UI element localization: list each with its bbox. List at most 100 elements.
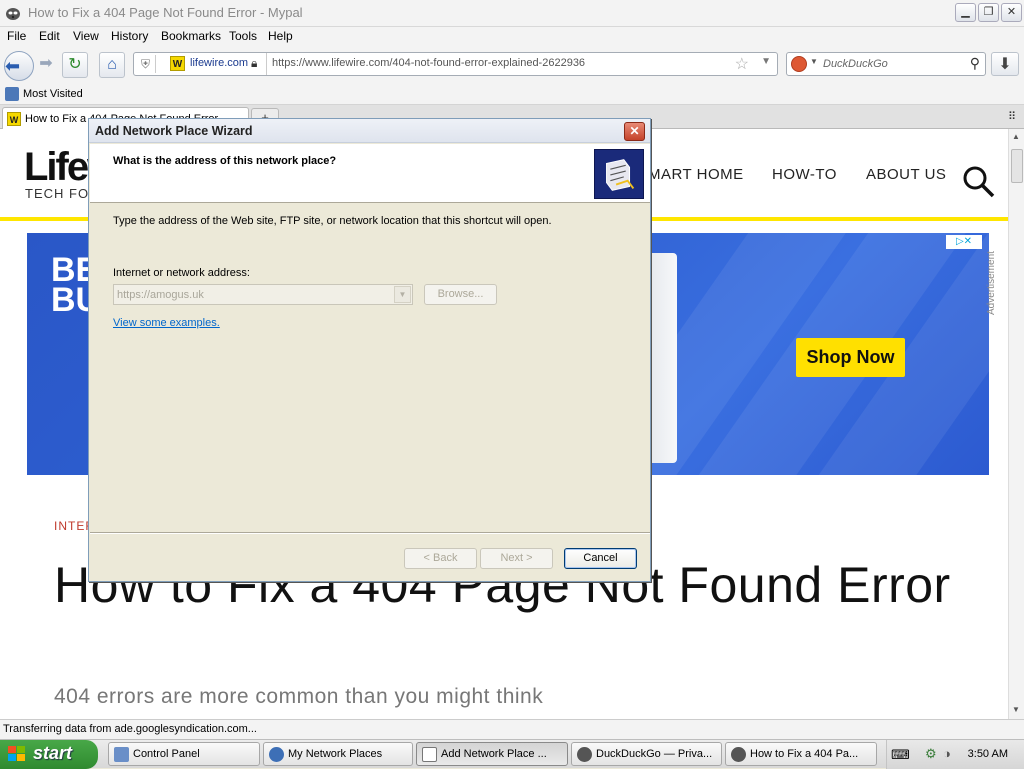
- task-label: Add Network Place ...: [441, 748, 547, 760]
- window-title: How to Fix a 404 Page Not Found Error - …: [28, 5, 303, 20]
- search-box[interactable]: ▼ DuckDuckGo ⚲: [786, 52, 986, 76]
- site-search-icon[interactable]: [962, 165, 996, 199]
- wizard-title: Add Network Place Wizard: [95, 124, 253, 138]
- menu-file[interactable]: File: [7, 29, 26, 43]
- back-arrow-icon: ⬅: [5, 56, 21, 76]
- forward-button[interactable]: ➡: [34, 52, 58, 78]
- status-text: Transferring data from ade.googlesyndica…: [3, 723, 257, 735]
- search-engine-dropdown-icon[interactable]: ▼: [810, 57, 818, 66]
- next-wizard-button[interactable]: Next >: [480, 548, 553, 569]
- scroll-down-icon[interactable]: ▼: [1012, 705, 1020, 714]
- forward-arrow-icon: ➡: [39, 55, 53, 72]
- lifewire-favicon: W: [170, 56, 185, 71]
- wizard-header: What is the address of this network plac…: [90, 144, 650, 203]
- nav-about-us[interactable]: ABOUT US: [866, 166, 946, 183]
- most-visited-icon: [5, 87, 19, 101]
- wizard-separator: [90, 532, 650, 534]
- shield-icon[interactable]: ⛨: [136, 55, 156, 73]
- taskbar: start Control Panel My Network Places Ad…: [0, 739, 1024, 769]
- lifewire-tab-favicon: W: [7, 112, 21, 126]
- nav-smart-home[interactable]: MART HOME: [648, 166, 744, 183]
- clock[interactable]: 3:50 AM: [968, 748, 1008, 760]
- back-wizard-button[interactable]: < Back: [404, 548, 477, 569]
- task-label: DuckDuckGo — Priva...: [596, 748, 713, 760]
- minimize-button[interactable]: ▁: [955, 3, 976, 22]
- task-duckduckgo[interactable]: DuckDuckGo — Priva...: [571, 742, 722, 766]
- reload-button[interactable]: ↻: [62, 52, 88, 78]
- article-subheadline: 404 errors are more common than you migh…: [54, 685, 544, 708]
- wizard-description: Type the address of the Web site, FTP si…: [113, 215, 552, 227]
- task-label: Control Panel: [133, 748, 200, 760]
- start-label: start: [33, 743, 73, 763]
- close-window-button[interactable]: ✕: [1001, 3, 1022, 22]
- view-examples-link[interactable]: View some examples.: [113, 317, 220, 329]
- keyboard-icon[interactable]: ⌨: [891, 747, 910, 763]
- browse-button[interactable]: Browse...: [424, 284, 497, 305]
- control-panel-icon: [114, 747, 129, 762]
- restore-button[interactable]: ❐: [978, 3, 999, 22]
- network-folder-icon: [594, 149, 644, 199]
- security-tray-icon[interactable]: ◑: [943, 746, 951, 761]
- bookmarks-toolbar: Most Visited: [0, 83, 1024, 105]
- nav-how-to[interactable]: HOW-TO: [772, 166, 837, 183]
- status-bar: Transferring data from ade.googlesyndica…: [0, 719, 1024, 739]
- navigation-toolbar: ⬅ ➡ ↻ ⌂ ⛨ W lifewire.com 🔒︎ https://www.…: [0, 47, 1024, 83]
- menu-tools[interactable]: Tools: [229, 29, 257, 43]
- downloads-button[interactable]: ⬇: [991, 52, 1019, 76]
- advertisement-label: Advertisement: [986, 251, 997, 315]
- back-button[interactable]: ⬅: [4, 51, 34, 81]
- network-tray-icon[interactable]: ⚙: [925, 746, 937, 762]
- task-label: How to Fix a 404 Pa...: [750, 748, 859, 760]
- cancel-button[interactable]: Cancel: [564, 548, 637, 569]
- download-arrow-icon: ⬇: [998, 56, 1012, 73]
- wizard-window-icon: [422, 747, 437, 762]
- address-label: Internet or network address:: [113, 267, 250, 279]
- duckduckgo-icon[interactable]: [791, 56, 807, 72]
- wizard-question: What is the address of this network plac…: [113, 155, 337, 167]
- shop-now-button[interactable]: Shop Now: [796, 338, 905, 377]
- scroll-up-icon[interactable]: ▲: [1012, 132, 1020, 141]
- address-bar[interactable]: ⛨ W lifewire.com 🔒︎ https://www.lifewire…: [133, 52, 778, 76]
- menu-history[interactable]: History: [111, 29, 148, 43]
- lock-icon[interactable]: 🔒︎: [251, 56, 257, 71]
- address-separator: [266, 53, 267, 75]
- task-my-network-places[interactable]: My Network Places: [263, 742, 413, 766]
- scrollbar-thumb[interactable]: [1011, 149, 1023, 183]
- url-history-dropdown-icon[interactable]: ▼: [761, 56, 771, 67]
- network-places-icon: [269, 747, 284, 762]
- page-scrollbar[interactable]: ▲ ▼: [1008, 129, 1024, 719]
- bookmark-most-visited[interactable]: Most Visited: [23, 88, 83, 100]
- system-tray: ⌨ ⚙ ◑ 3:50 AM: [886, 740, 1024, 769]
- menu-bar: File Edit View History Bookmarks Tools H…: [0, 27, 1024, 47]
- network-address-value: https://amogus.uk: [117, 289, 204, 301]
- task-how-to-fix-404[interactable]: How to Fix a 404 Pa...: [725, 742, 877, 766]
- add-network-place-wizard: Add Network Place Wizard ✕ What is the a…: [88, 118, 651, 582]
- home-button[interactable]: ⌂: [99, 52, 125, 78]
- task-add-network-place[interactable]: Add Network Place ...: [416, 742, 568, 766]
- wizard-close-button[interactable]: ✕: [624, 122, 645, 141]
- menu-help[interactable]: Help: [268, 29, 293, 43]
- close-icon: ✕: [629, 124, 640, 138]
- bookmark-star-icon[interactable]: ☆: [735, 54, 749, 74]
- url-text[interactable]: https://www.lifewire.com/404-not-found-e…: [272, 57, 585, 69]
- mypal-icon: [731, 747, 746, 762]
- adchoices-icon[interactable]: ▷✕: [946, 235, 982, 249]
- reload-icon: ↻: [68, 56, 82, 73]
- browser-title-bar: How to Fix a 404 Page Not Found Error - …: [0, 0, 1024, 27]
- all-tabs-icon[interactable]: ⠿: [1008, 110, 1016, 123]
- start-button[interactable]: start: [0, 740, 98, 769]
- chevron-down-icon[interactable]: ▼: [394, 286, 411, 303]
- identity-domain[interactable]: lifewire.com: [190, 57, 248, 69]
- network-address-input[interactable]: https://amogus.uk ▼: [113, 284, 413, 305]
- search-placeholder[interactable]: DuckDuckGo: [823, 58, 888, 70]
- windows-flag-icon: [8, 746, 25, 761]
- task-control-panel[interactable]: Control Panel: [108, 742, 260, 766]
- task-label: My Network Places: [288, 748, 383, 760]
- search-icon[interactable]: ⚲: [970, 55, 980, 72]
- mypal-icon: [577, 747, 592, 762]
- menu-edit[interactable]: Edit: [39, 29, 60, 43]
- wizard-title-bar[interactable]: Add Network Place Wizard ✕: [89, 119, 650, 143]
- menu-bookmarks[interactable]: Bookmarks: [161, 29, 221, 43]
- menu-view[interactable]: View: [73, 29, 99, 43]
- home-icon: ⌂: [107, 56, 117, 73]
